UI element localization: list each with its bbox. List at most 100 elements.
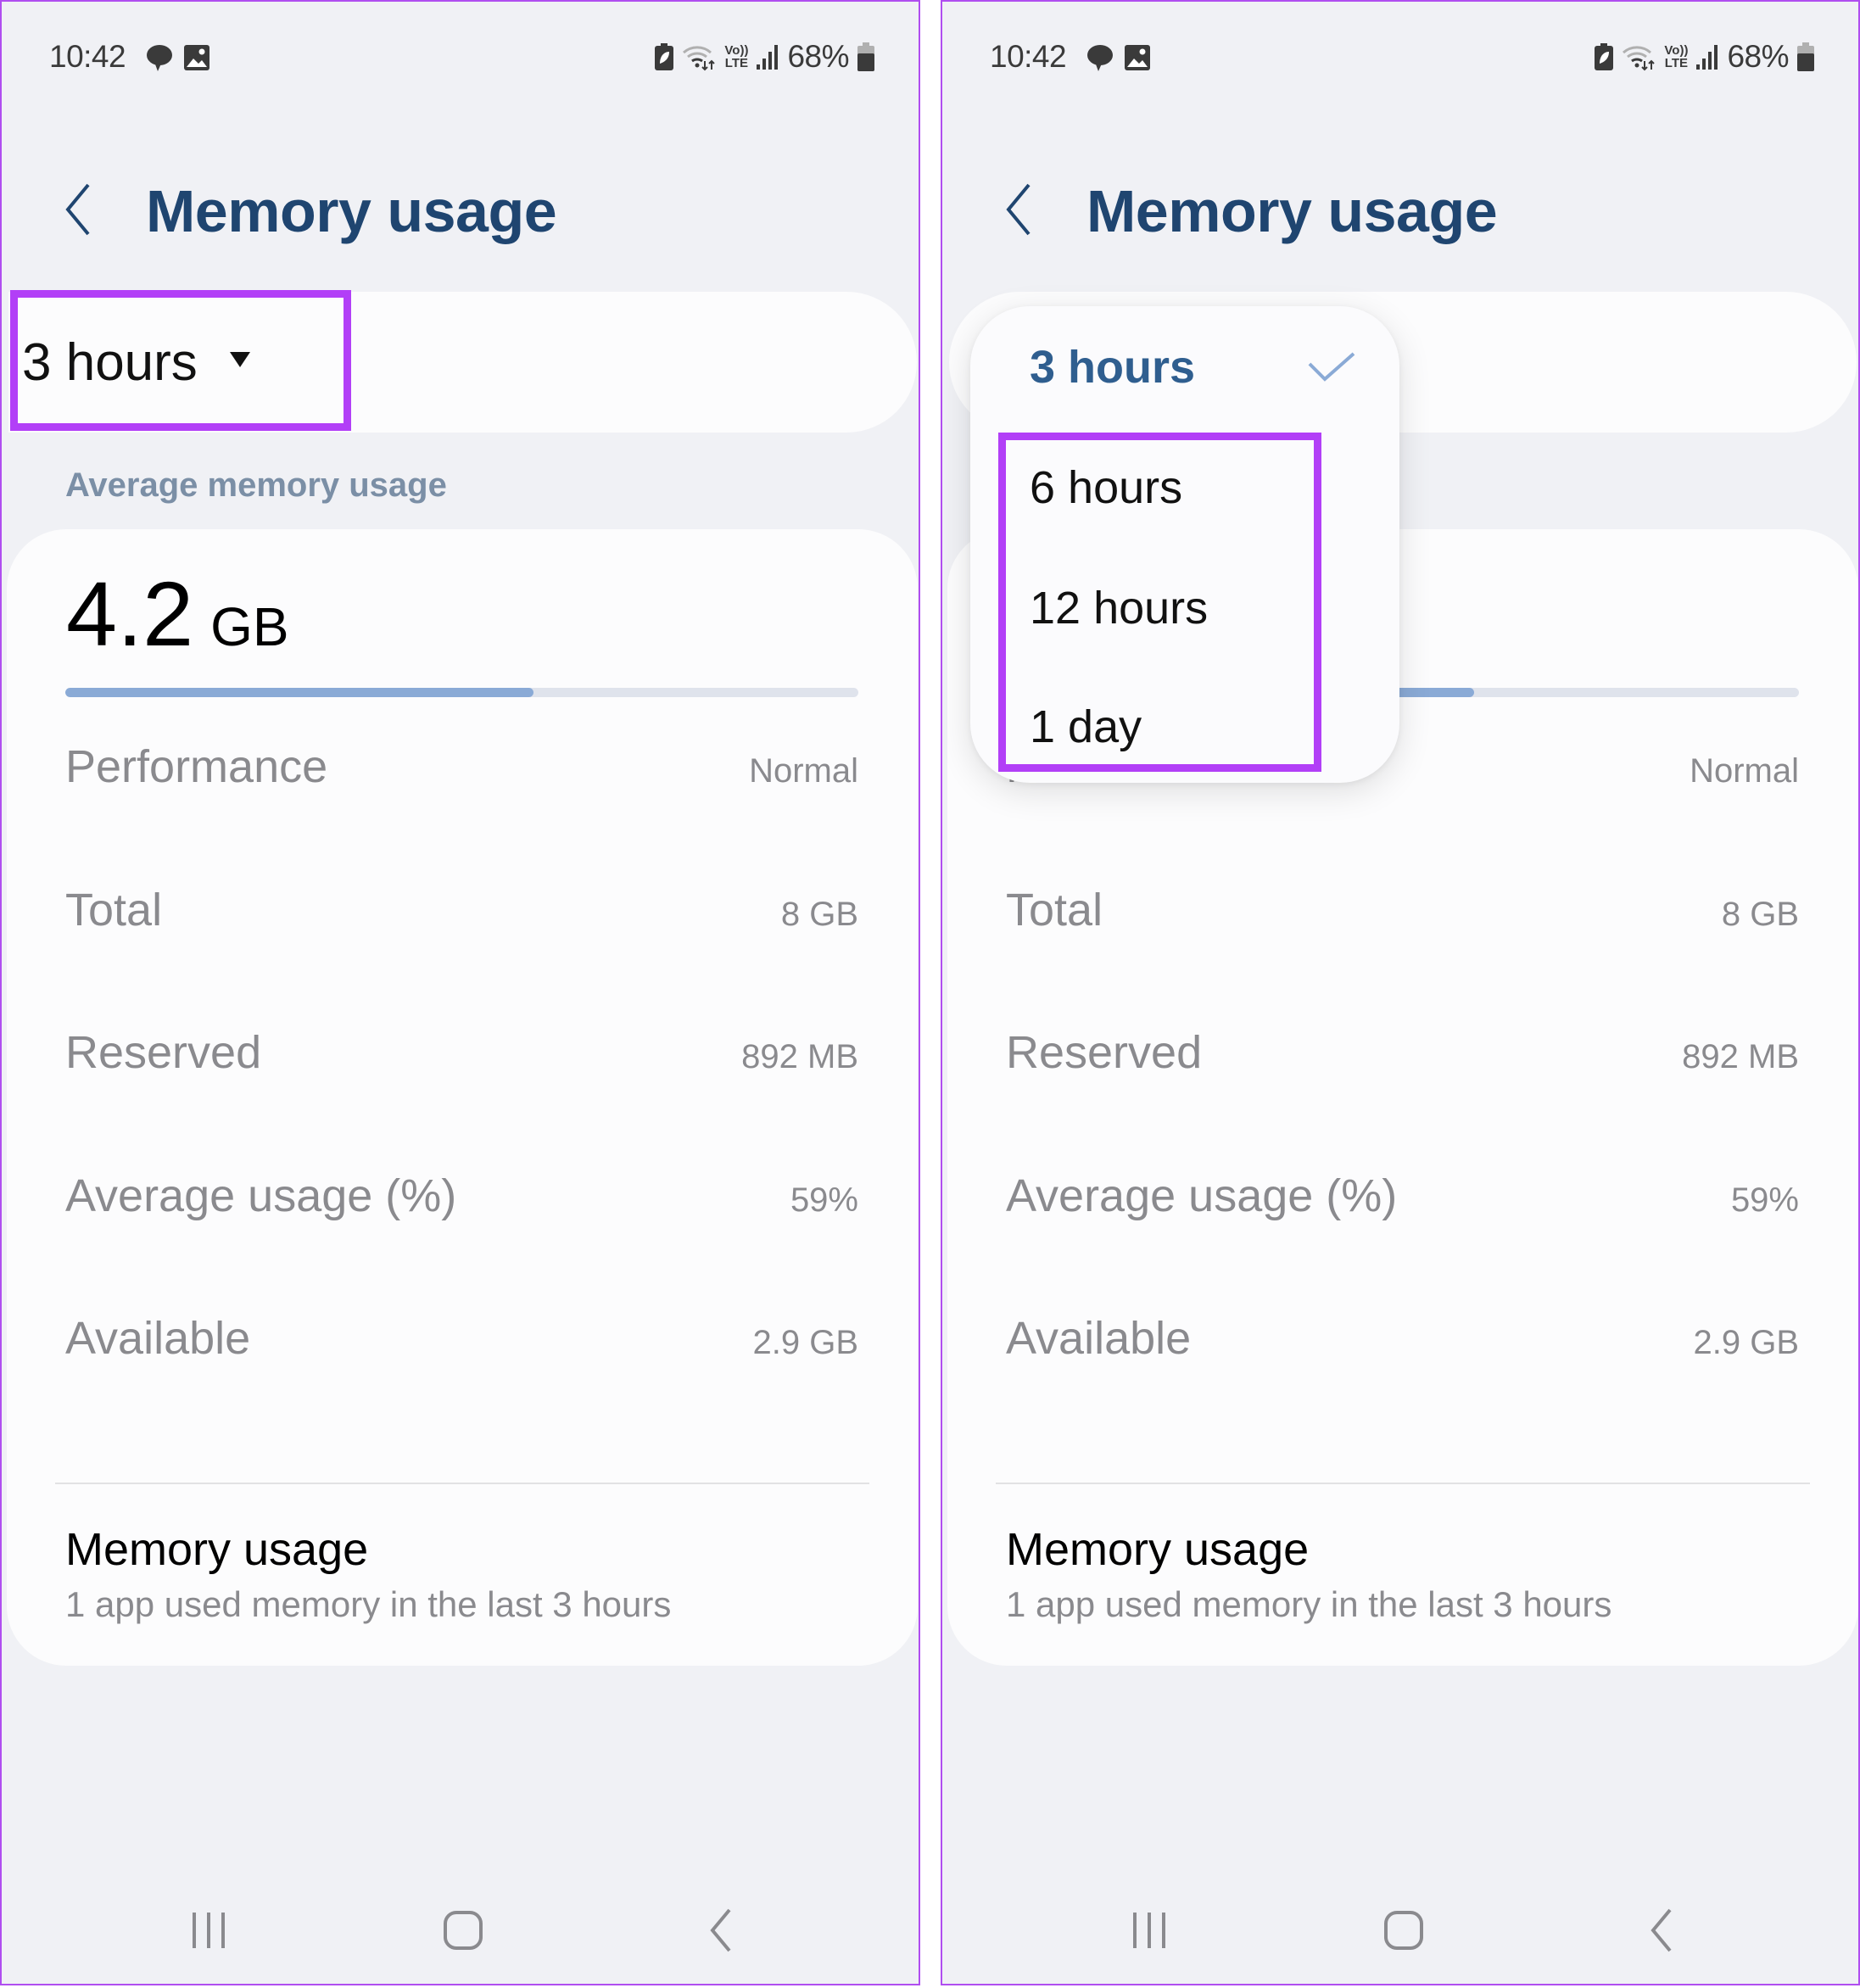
stat-value: 8 GB [1721, 895, 1799, 933]
time-range-dropdown[interactable]: 3 hours [22, 292, 250, 433]
back-button[interactable] [1002, 180, 1044, 239]
stat-label: Available [65, 1313, 251, 1364]
stat-row-average-usage: Average usage (%) 59% [65, 1162, 858, 1305]
recent-apps-button[interactable] [1115, 1901, 1183, 1960]
stat-value: 59% [790, 1181, 858, 1219]
chat-bubble-icon [147, 45, 172, 71]
menu-option-1-day[interactable]: 1 day [1030, 676, 1357, 778]
home-button[interactable] [429, 1901, 497, 1960]
status-bar: 10:42 Vo)) LTE 68% [942, 36, 1858, 78]
stat-label: Reserved [1006, 1027, 1203, 1078]
memory-usage-bar [65, 688, 858, 697]
stat-label: Total [65, 884, 163, 935]
battery-percent: 68% [787, 39, 849, 74]
wifi-icon [683, 46, 716, 71]
section-label: Average memory usage [65, 466, 447, 504]
back-icon [710, 1908, 731, 1952]
time-range-value: 3 hours [22, 332, 198, 392]
status-bar: 10:42 Vo)) LTE 68% [2, 36, 919, 78]
divider [996, 1483, 1810, 1484]
nav-back-button[interactable] [1628, 1901, 1695, 1960]
caret-down-icon [229, 352, 250, 367]
average-memory-value: 4.2 GB [66, 555, 289, 673]
memory-usage-link-subtitle: 1 app used memory in the last 3 hours [1006, 1584, 1612, 1624]
nav-back-button[interactable] [687, 1901, 755, 1960]
stat-value: 892 MB [741, 1038, 858, 1075]
back-button[interactable] [61, 180, 103, 239]
volte-lte-icon: Vo)) LTE [724, 43, 749, 70]
page-title: Memory usage [146, 178, 557, 244]
memory-usage-bar-fill [65, 688, 533, 697]
chat-bubble-icon [1087, 45, 1113, 71]
stat-label: Average usage (%) [1006, 1170, 1398, 1221]
gallery-image-icon [184, 45, 209, 70]
stat-value: 2.9 GB [752, 1324, 858, 1361]
menu-option-label: 3 hours [1030, 342, 1196, 393]
menu-option-12-hours[interactable]: 12 hours [1030, 557, 1357, 659]
memory-usage-link-title: Memory usage [1006, 1524, 1310, 1575]
gallery-image-icon [1125, 45, 1150, 70]
memory-usage-apps-link[interactable]: Memory usage 1 app used memory in the la… [1006, 1520, 1799, 1630]
stat-label: Available [1006, 1313, 1192, 1364]
screen-left: 10:42 Vo)) LTE 68% Memory usage 3 hours A… [0, 0, 920, 1985]
volte-lte-icon: Vo)) LTE [1664, 43, 1689, 70]
app-header: Memory usage [2, 168, 919, 253]
home-button[interactable] [1370, 1901, 1438, 1960]
stats-list: PerformanceNormal Total8 GB Reserved892 … [1006, 733, 1799, 1448]
memory-usage-apps-link[interactable]: Memory usage 1 app used memory in the la… [65, 1520, 858, 1630]
divider [55, 1483, 869, 1484]
app-header: Memory usage [942, 168, 1858, 253]
battery-icon [1797, 42, 1814, 71]
stat-value: Normal [1690, 752, 1799, 790]
stat-value: Normal [749, 752, 858, 790]
recent-apps-icon [1133, 1913, 1165, 1948]
stat-row-performance: Performance Normal [65, 733, 858, 876]
status-time: 10:42 [49, 39, 126, 74]
signal-icon [1696, 45, 1718, 70]
home-icon [444, 1911, 483, 1950]
memory-usage-link-title: Memory usage [65, 1524, 369, 1575]
status-time: 10:42 [990, 39, 1067, 74]
home-icon [1384, 1911, 1423, 1950]
recent-apps-icon [193, 1913, 225, 1948]
stat-value: 59% [1730, 1181, 1799, 1219]
stat-value: 8 GB [780, 895, 858, 933]
stat-label: Reserved [65, 1027, 262, 1078]
navigation-bar [942, 1848, 1858, 1984]
stat-label: Average usage (%) [65, 1170, 457, 1221]
stat-row-total: Total 8 GB [1006, 876, 1799, 1019]
menu-option-label: 1 day [1030, 701, 1142, 752]
average-memory-number: 4.2 [66, 562, 194, 665]
stat-row-average-usage: Average usage (%) 59% [1006, 1162, 1799, 1305]
page-title: Memory usage [1086, 178, 1498, 244]
stat-row-available: Available 2.9 GB [65, 1304, 858, 1448]
back-chevron-icon [1006, 183, 1031, 236]
back-chevron-icon [65, 183, 90, 236]
menu-option-3-hours[interactable]: 3 hours [1030, 316, 1357, 418]
time-range-menu: 3 hours 6 hours 12 hours 1 day [970, 306, 1399, 783]
stats-list: Performance Normal Total 8 GB Reserved 892 … [65, 733, 858, 1448]
stat-value: 2.9 GB [1693, 1324, 1799, 1361]
memory-usage-link-subtitle: 1 app used memory in the last 3 hours [65, 1584, 672, 1624]
signal-icon [757, 45, 779, 70]
battery-saver-icon [1595, 43, 1614, 70]
battery-icon [857, 42, 874, 71]
menu-option-label: 6 hours [1030, 462, 1183, 513]
recent-apps-button[interactable] [175, 1901, 243, 1960]
battery-saver-icon [655, 43, 674, 70]
menu-option-6-hours[interactable]: 6 hours [1030, 437, 1357, 539]
stat-row-reserved: Reserved 892 MB [1006, 1019, 1799, 1162]
stat-row-available: Available 2.9 GB [1006, 1304, 1799, 1448]
average-memory-unit: GB [210, 596, 289, 657]
wifi-icon [1623, 46, 1656, 71]
checkmark-icon [1308, 352, 1355, 382]
time-range-bar: 3 hours [8, 292, 917, 433]
stat-label: Performance [65, 741, 328, 792]
screen-right: 10:42 Vo))LTE 68% Memory usage Performan… [941, 0, 1860, 1985]
menu-option-label: 12 hours [1030, 583, 1209, 634]
battery-percent: 68% [1727, 39, 1789, 74]
back-icon [1651, 1908, 1672, 1952]
stat-row-total: Total 8 GB [65, 876, 858, 1019]
memory-card: 4.2 GB Performance Normal Total 8 GB Reser… [7, 529, 918, 1666]
navigation-bar [2, 1848, 919, 1984]
